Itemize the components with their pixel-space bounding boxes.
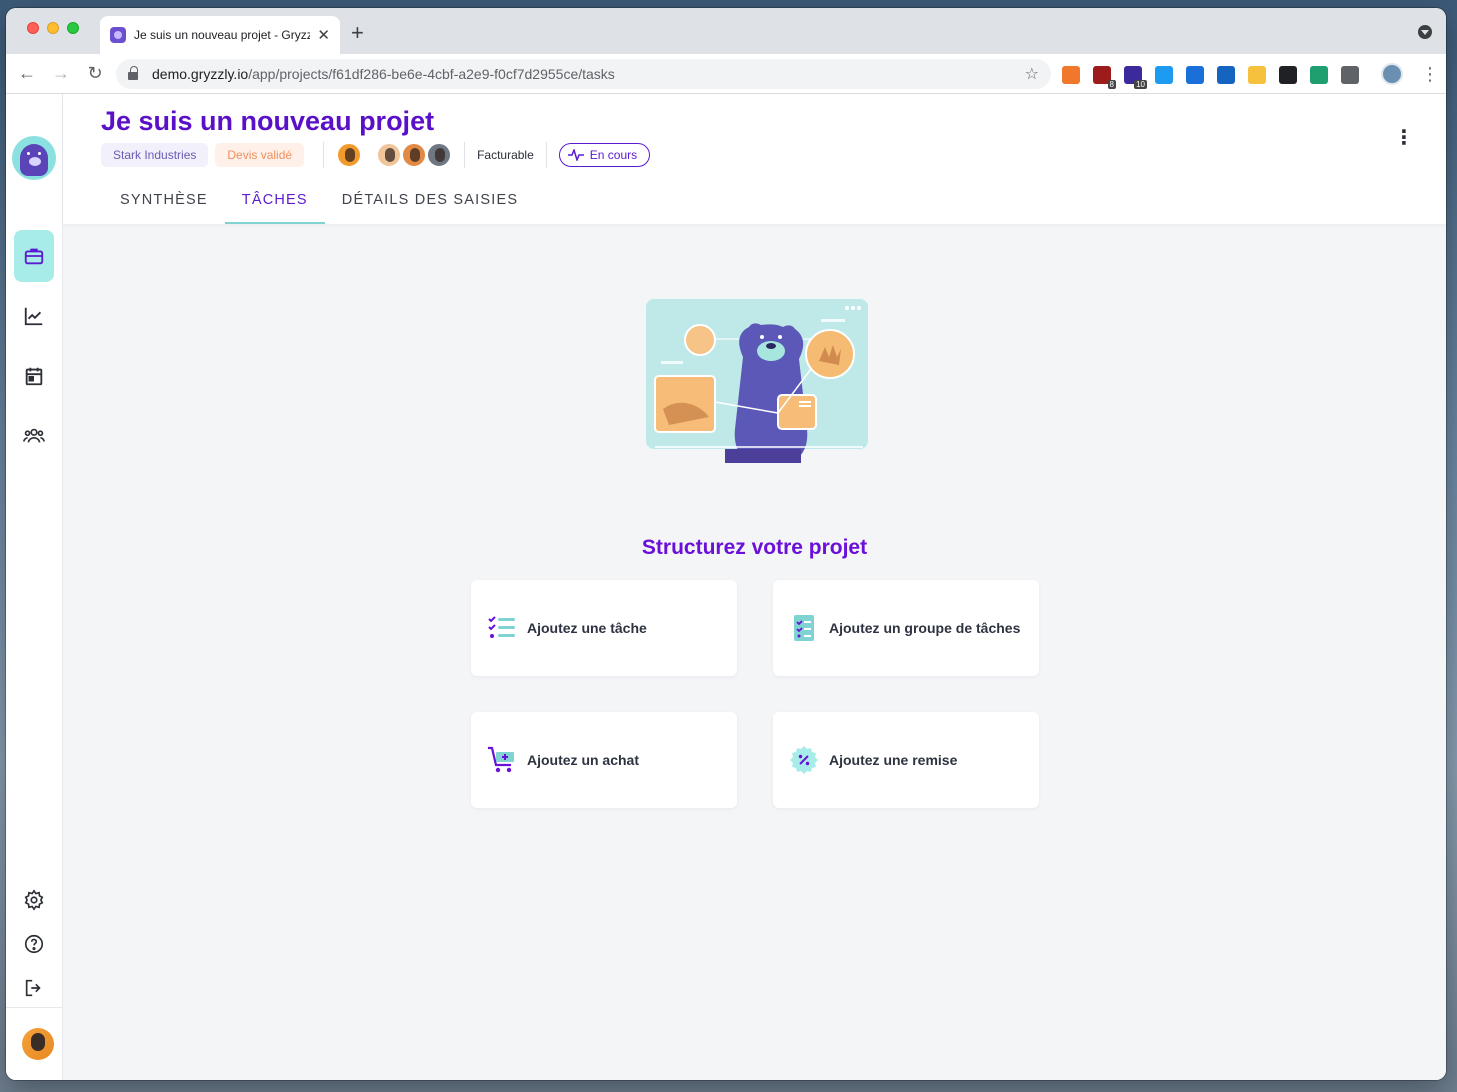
sidebar-item-calendar[interactable] bbox=[14, 350, 54, 402]
discount-badge-icon bbox=[790, 746, 818, 774]
user-avatar[interactable] bbox=[22, 1028, 54, 1060]
project-status-badge[interactable]: En cours bbox=[558, 143, 651, 167]
window-minimize-button[interactable] bbox=[47, 22, 59, 34]
cube-icon[interactable] bbox=[1279, 66, 1297, 84]
help-circle-icon bbox=[24, 934, 44, 954]
reload-icon[interactable]: ↻ bbox=[82, 63, 108, 84]
client-badge[interactable]: Stark Industries bbox=[101, 143, 209, 167]
project-status-label: En cours bbox=[589, 148, 638, 162]
lightbulb-icon[interactable] bbox=[1248, 66, 1266, 84]
chart-trend-icon bbox=[24, 307, 43, 326]
address-bar[interactable]: demo.gryzzly.io/app/projects/f61df286-be… bbox=[116, 59, 1051, 89]
member-avatar[interactable] bbox=[401, 142, 428, 168]
team-icon bbox=[23, 428, 45, 443]
tab-taches[interactable]: Tâches bbox=[224, 184, 325, 224]
member-avatar[interactable] bbox=[426, 142, 453, 168]
project-meta: Stark Industries Devis validé Facturable… bbox=[101, 142, 651, 168]
member-avatar[interactable] bbox=[376, 142, 403, 168]
quote-status-badge[interactable]: Devis validé bbox=[215, 143, 305, 167]
puzzle-icon[interactable] bbox=[1341, 66, 1359, 84]
browser-window: Je suis un nouveau projet - Gryzzly ✕ + … bbox=[6, 8, 1446, 1080]
activity-pulse-icon bbox=[567, 149, 584, 161]
add-purchase-label: Ajoutez un achat bbox=[527, 752, 640, 768]
browser-profile-avatar[interactable] bbox=[1381, 63, 1403, 85]
bookmark-star-icon[interactable]: ☆ bbox=[1025, 64, 1039, 84]
billing-label: Facturable bbox=[477, 148, 534, 162]
notion-n-icon[interactable] bbox=[1155, 66, 1173, 84]
sidebar-item-team[interactable] bbox=[14, 410, 54, 462]
task-list-icon bbox=[488, 616, 515, 638]
tab-details-saisies[interactable]: Détails des saisies bbox=[325, 184, 535, 224]
more-options-icon[interactable]: ⋮ bbox=[1394, 128, 1414, 148]
task-group-icon bbox=[794, 615, 814, 641]
browser-tab[interactable]: Je suis un nouveau projet - Gryzzly ✕ bbox=[100, 16, 340, 54]
extension-badge: 8 bbox=[1107, 80, 1116, 89]
ublock-icon[interactable]: 8 bbox=[1093, 66, 1116, 89]
add-task-label: Ajoutez une tâche bbox=[527, 620, 647, 636]
extensions-bar: 8 10 bbox=[1062, 66, 1359, 89]
bear-illustration bbox=[646, 299, 868, 463]
new-tab-button[interactable]: + bbox=[351, 20, 364, 46]
extension-badge: 10 bbox=[1134, 80, 1147, 89]
tasks-empty-state: Structurez votre projet Ajoutez une tâch… bbox=[63, 224, 1446, 1080]
divider bbox=[323, 142, 325, 168]
divider bbox=[464, 142, 466, 168]
sidebar-item-reports[interactable] bbox=[14, 290, 54, 342]
app-root: Je suis un nouveau projet Stark Industri… bbox=[6, 94, 1446, 1080]
bear-logo-icon bbox=[20, 144, 48, 176]
empty-state-title: Structurez votre projet bbox=[641, 536, 868, 559]
browser-tab-title: Je suis un nouveau projet - Gryzzly bbox=[134, 28, 310, 42]
logout-icon bbox=[25, 979, 41, 997]
add-task-group-label: Ajoutez un groupe de tâches bbox=[829, 620, 1021, 636]
briefcase-icon bbox=[24, 248, 44, 265]
sidebar-item-projects[interactable] bbox=[14, 230, 54, 282]
window-zoom-button[interactable] bbox=[67, 22, 79, 34]
gear-icon bbox=[24, 889, 44, 911]
url-host: demo.gryzzly.io bbox=[152, 66, 249, 82]
browser-tabstrip: Je suis un nouveau projet - Gryzzly ✕ + bbox=[6, 8, 1446, 54]
project-tabs: Synthèse Tâches Détails des saisies bbox=[103, 184, 535, 224]
tab-synthese[interactable]: Synthèse bbox=[103, 184, 225, 224]
lock-icon bbox=[128, 66, 138, 80]
chrome-menu-icon[interactable]: ⋮ bbox=[1421, 64, 1439, 85]
cart-add-icon bbox=[488, 746, 514, 773]
page-title: Je suis un nouveau projet bbox=[101, 106, 435, 136]
calendar-icon bbox=[25, 367, 43, 386]
window-close-button[interactable] bbox=[27, 22, 39, 34]
arrow-ext-icon[interactable] bbox=[1310, 66, 1328, 84]
add-discount-button[interactable]: Ajoutez une remise bbox=[773, 712, 1039, 808]
project-manager-avatar[interactable] bbox=[336, 142, 363, 168]
onepassword-icon[interactable] bbox=[1186, 66, 1204, 84]
sidebar-divider bbox=[6, 1007, 62, 1008]
v-icon[interactable] bbox=[1217, 66, 1235, 84]
add-task-group-button[interactable]: Ajoutez un groupe de tâches bbox=[773, 580, 1039, 676]
back-arrow-icon[interactable]: ← bbox=[14, 63, 40, 84]
forward-arrow-icon[interactable]: → bbox=[48, 63, 74, 84]
graduation-cap-icon[interactable]: 10 bbox=[1124, 66, 1147, 89]
add-purchase-button[interactable]: Ajoutez un achat bbox=[471, 712, 737, 808]
project-header: Je suis un nouveau projet Stark Industri… bbox=[63, 94, 1446, 224]
add-discount-label: Ajoutez une remise bbox=[829, 752, 958, 768]
divider bbox=[545, 142, 547, 168]
tab-close-icon[interactable]: ✕ bbox=[317, 26, 330, 44]
hubspot-icon[interactable] bbox=[1062, 66, 1080, 84]
tab-search-button[interactable] bbox=[1418, 25, 1432, 39]
gryzzly-logo[interactable] bbox=[12, 136, 56, 180]
browser-toolbar: ← → ↻ demo.gryzzly.io/app/projects/f61df… bbox=[6, 54, 1446, 94]
sidebar bbox=[6, 94, 63, 1080]
gryzzly-favicon-icon bbox=[110, 27, 126, 43]
add-task-button[interactable]: Ajoutez une tâche bbox=[471, 580, 737, 676]
url-path: /app/projects/f61df286-be6e-4cbf-a2e9-f0… bbox=[248, 66, 615, 82]
